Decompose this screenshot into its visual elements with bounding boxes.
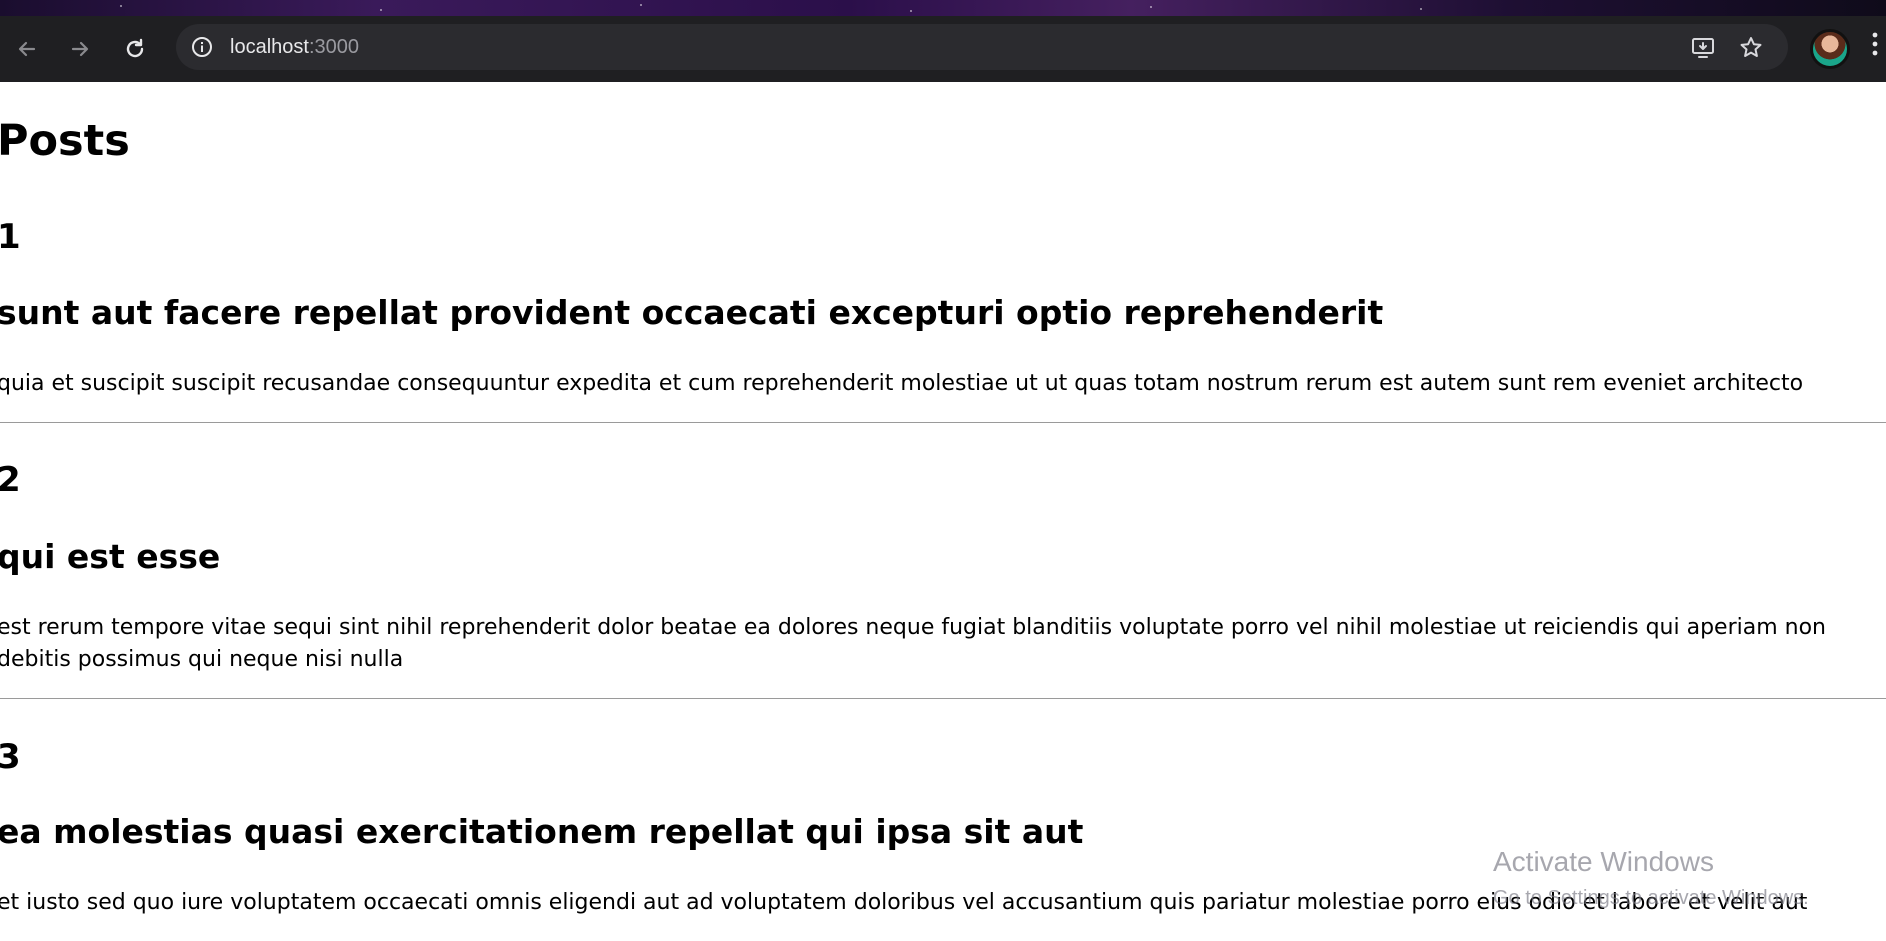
browser-chrome: localhost:3000 [0,0,1886,82]
url-port: :3000 [308,36,359,58]
reload-icon [126,38,144,58]
forward-icon [71,41,89,57]
profile-avatar[interactable] [1810,29,1850,69]
post-divider [0,698,1886,699]
post-id: 2 [0,460,21,500]
page-content: Posts 1 sunt aut facere repellat provide… [0,82,1886,941]
browser-toolbar: localhost:3000 [0,16,1886,82]
url-text[interactable]: localhost:3000 [230,36,359,59]
post-body: quia et suscipit suscipit recusandae con… [0,371,1804,396]
url-host: localhost [230,36,309,58]
windows-activation-title: Activate Windows [1493,846,1714,877]
post-title: qui est esse [0,537,221,576]
bookmark-star-icon[interactable] [1738,35,1764,61]
back-icon [18,41,36,57]
back-button[interactable] [10,32,44,66]
post-body: est rerum tempore vitae sequi sint nihil… [0,615,1826,672]
tab-strip [0,0,1886,16]
site-info-icon[interactable] [190,35,214,59]
menu-icon[interactable] [1872,31,1878,57]
post-title: sunt aut facere repellat provident occae… [0,293,1384,332]
address-bar[interactable]: localhost:3000 [176,24,1788,70]
post-title: ea molestias quasi exercitationem repell… [0,812,1084,851]
post-id: 3 [0,737,21,777]
page-title: Posts [0,116,130,166]
reload-button[interactable] [118,32,152,66]
windows-activation-subtitle: Go to Settings to activate Windows. [1493,887,1809,909]
post-divider [0,422,1886,423]
install-app-icon[interactable] [1690,35,1716,61]
post-id: 1 [0,217,21,257]
forward-button[interactable] [63,32,97,66]
